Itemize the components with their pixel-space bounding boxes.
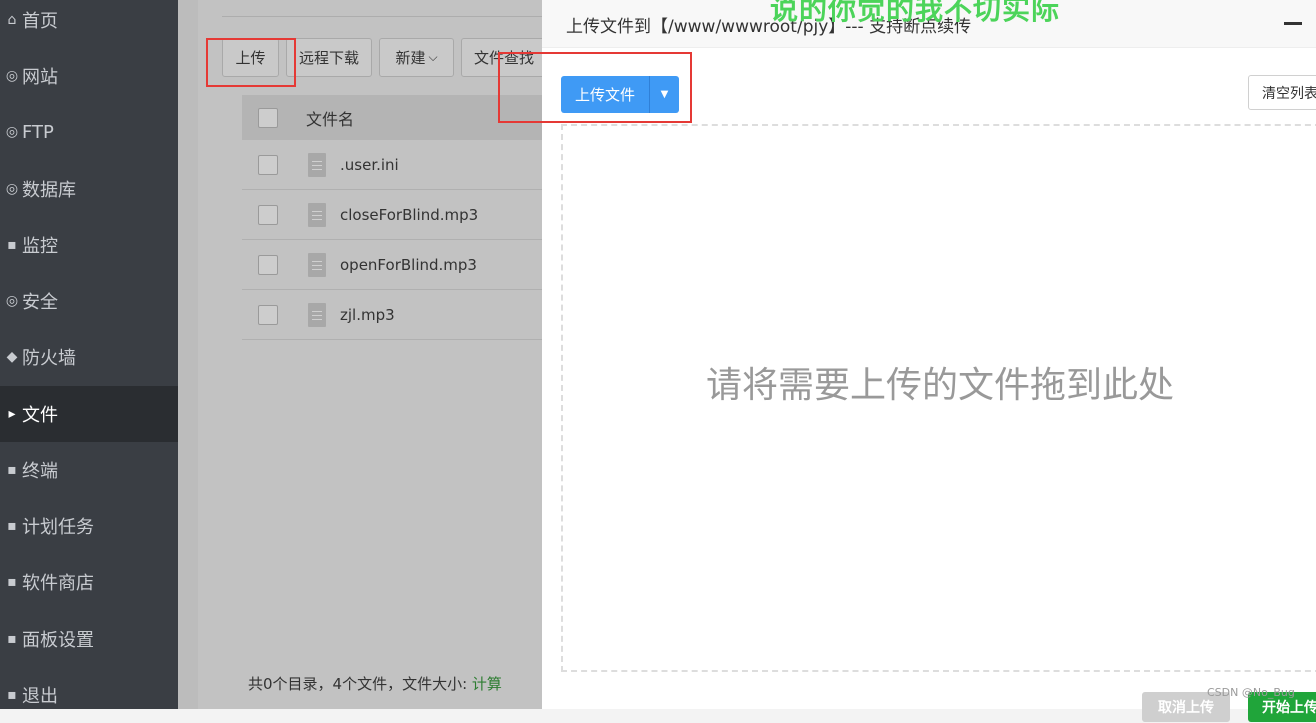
sidebar-item-store[interactable]: ▪ 软件商店: [0, 554, 178, 610]
sidebar-item-label: FTP: [22, 121, 54, 143]
file-icon: [308, 152, 326, 177]
table-row[interactable]: zjl.mp3: [242, 290, 572, 340]
sidebar-item-label: 面板设置: [22, 630, 94, 651]
logout-icon: ▪: [7, 687, 17, 703]
new-label: 新建: [395, 49, 426, 67]
database-icon: ◎: [5, 181, 19, 197]
sidebar-item-security[interactable]: ◎ 安全: [0, 273, 178, 329]
file-name[interactable]: .user.ini: [340, 156, 399, 174]
store-icon: ▪: [7, 574, 17, 590]
watermark: CSDN @No_Bug: [1207, 686, 1295, 699]
sidebar-item-label: 监控: [22, 236, 58, 257]
chevron-down-icon: ⌵: [428, 50, 438, 64]
sidebar-item-label: 退出: [22, 686, 58, 707]
sidebar-item-firewall[interactable]: ◆ 防火墙: [0, 329, 178, 385]
column-header-filename: 文件名: [306, 109, 355, 129]
sidebar-item-label: 软件商店: [22, 573, 94, 594]
sidebar-item-websites[interactable]: ◎ 网站: [0, 48, 178, 104]
ftp-icon: ◎: [5, 124, 19, 140]
sidebar-item-ftp[interactable]: ◎ FTP: [0, 104, 178, 160]
home-icon: ⌂: [7, 12, 17, 28]
table-row[interactable]: .user.ini: [242, 140, 572, 190]
file-summary: 共0个目录，4个文件，文件大小: 计算: [248, 673, 502, 694]
clear-list-button[interactable]: 清空列表: [1248, 75, 1316, 110]
remote-download-label: 远程下载: [298, 49, 359, 67]
sidebar-item-label: 终端: [22, 461, 58, 482]
sidebar-item-label: 防火墙: [22, 348, 76, 369]
sidebar-item-home[interactable]: ⌂ 首页: [0, 0, 178, 48]
select-all-checkbox[interactable]: [258, 107, 278, 128]
sidebar: ⌂ 首页 ◎ 网站 ◎ FTP ◎ 数据库 ▪ 监控 ◎ 安全 ◆ 防火墙 ▸ …: [0, 0, 178, 709]
row-checkbox[interactable]: [258, 254, 278, 275]
sidebar-item-logout[interactable]: ▪ 退出: [0, 667, 178, 723]
new-dropdown-button[interactable]: 新建 ⌵: [379, 38, 454, 77]
cancel-upload-label: 取消上传: [1158, 700, 1214, 716]
summary-text: 共0个目录，4个文件，文件大小:: [248, 675, 472, 693]
row-checkbox[interactable]: [258, 154, 278, 175]
sidebar-item-label: 计划任务: [22, 517, 94, 538]
file-icon: [308, 252, 326, 277]
file-name[interactable]: closeForBlind.mp3: [340, 206, 478, 224]
terminal-icon: ▪: [7, 462, 17, 478]
sidebar-item-settings[interactable]: ▪ 面板设置: [0, 611, 178, 667]
monitor-icon: ▪: [7, 237, 17, 253]
firewall-icon: ◆: [6, 349, 18, 365]
globe-icon: ◎: [5, 68, 19, 84]
file-icon: [308, 302, 326, 327]
clear-list-label: 清空列表: [1262, 85, 1316, 102]
start-upload-label: 开始上传: [1262, 700, 1316, 716]
sidebar-item-label: 首页: [22, 11, 58, 32]
file-name[interactable]: openForBlind.mp3: [340, 256, 477, 274]
remote-download-button[interactable]: 远程下载: [286, 38, 372, 77]
overlay-caption: 说的你觉的我不切实际: [770, 0, 1061, 26]
settings-icon: ▪: [7, 631, 17, 647]
file-icon: [308, 202, 326, 227]
sidebar-item-database[interactable]: ◎ 数据库: [0, 161, 178, 217]
minimize-icon[interactable]: [1284, 22, 1302, 25]
sidebar-item-cron[interactable]: ▪ 计划任务: [0, 498, 178, 554]
folder-icon: ▸: [8, 406, 16, 422]
sidebar-item-label: 安全: [22, 292, 58, 313]
table-row[interactable]: openForBlind.mp3: [242, 240, 572, 290]
drop-zone[interactable]: 请将需要上传的文件拖到此处: [561, 124, 1316, 672]
annotation-box-upload: [206, 38, 296, 87]
sidebar-item-label: 网站: [22, 67, 58, 88]
calculate-size-link[interactable]: 计算: [472, 675, 502, 693]
sidebar-item-terminal[interactable]: ▪ 终端: [0, 442, 178, 498]
sidebar-item-files[interactable]: ▸ 文件: [0, 386, 178, 442]
row-checkbox[interactable]: [258, 204, 278, 225]
table-row[interactable]: closeForBlind.mp3: [242, 190, 572, 240]
calendar-icon: ▪: [7, 518, 17, 534]
annotation-box-upload-file: [498, 52, 692, 123]
drop-hint: 请将需要上传的文件拖到此处: [706, 365, 1175, 406]
file-name[interactable]: zjl.mp3: [340, 306, 395, 324]
sidebar-item-label: 文件: [22, 405, 58, 426]
shield-icon: ◎: [5, 293, 19, 309]
row-checkbox[interactable]: [258, 304, 278, 325]
sidebar-item-monitor[interactable]: ▪ 监控: [0, 217, 178, 273]
sidebar-item-label: 数据库: [22, 180, 76, 201]
